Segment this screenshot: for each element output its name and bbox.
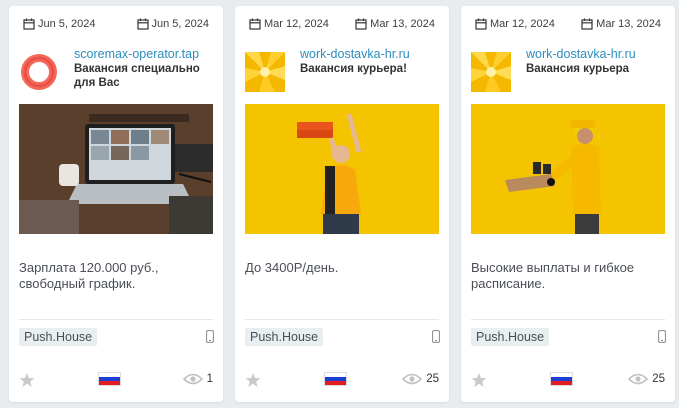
views-count: 25 [628, 373, 665, 385]
ad-description: Зарплата 120.000 руб., свободный график. [19, 260, 159, 291]
divider [245, 319, 439, 320]
eye-icon [628, 373, 649, 385]
date-start: Mar 12, 2024 [249, 18, 329, 30]
calendar-icon [475, 18, 487, 30]
star-icon[interactable] [471, 372, 487, 388]
date-start: Jun 5, 2024 [23, 18, 96, 30]
calendar-icon [249, 18, 261, 30]
date-end: Mar 13, 2024 [355, 18, 435, 30]
date-end-text: Mar 13, 2024 [596, 18, 661, 30]
star-icon[interactable] [245, 372, 261, 388]
ad-card[interactable]: Mar 12, 2024 Mar 13, 2024 work-dostavka-… [461, 6, 675, 402]
views-count: 1 [182, 373, 213, 385]
yellow-burst-logo [245, 52, 285, 92]
ad-image[interactable] [19, 104, 213, 234]
ad-card[interactable]: Mar 12, 2024 Mar 13, 2024 work-dostavka-… [235, 6, 449, 402]
ad-description: До 3400Р/день. [245, 260, 339, 275]
calendar-icon [23, 18, 35, 30]
russia-flag-icon [98, 372, 121, 386]
calendar-icon [136, 18, 149, 30]
divider [19, 319, 213, 320]
yellow-burst-logo [471, 52, 511, 92]
ad-card[interactable]: Jun 5, 2024 Jun 5, 2024 scoremax-operato… [9, 6, 223, 402]
ad-image[interactable] [245, 104, 439, 234]
eye-icon [402, 373, 423, 385]
date-end-text: Jun 5, 2024 [151, 18, 210, 30]
source-link[interactable]: scoremax-operator.tap [74, 47, 217, 61]
red-ring-logo [19, 52, 59, 92]
star-icon[interactable] [19, 372, 35, 388]
russia-flag-icon [550, 372, 573, 386]
ad-title: Вакансия курьера [526, 63, 630, 75]
views-number: 1 [206, 373, 213, 385]
date-end: Jun 5, 2024 [136, 18, 210, 30]
network-tag[interactable]: Push.House [19, 328, 98, 346]
date-end: Mar 13, 2024 [581, 18, 661, 30]
calendar-icon [355, 18, 367, 30]
views-count: 25 [402, 373, 439, 385]
network-tag[interactable]: Push.House [245, 328, 324, 346]
network-tag[interactable]: Push.House [471, 328, 550, 346]
russia-flag-icon [324, 372, 347, 386]
mobile-device-icon [432, 330, 440, 343]
ad-description: Высокие выплаты и гибкое расписание. [471, 260, 635, 291]
date-start-text: Jun 5, 2024 [38, 18, 96, 30]
source-link[interactable]: work-dostavka-hr.ru [300, 47, 443, 61]
date-start-text: Mar 12, 2024 [490, 18, 555, 30]
source-link[interactable]: work-dostavka-hr.ru [526, 47, 669, 61]
date-start: Mar 12, 2024 [475, 18, 555, 30]
views-number: 25 [652, 373, 665, 385]
ad-image[interactable] [471, 104, 665, 234]
ad-title: Вакансия курьера! [300, 63, 407, 75]
eye-icon [182, 373, 203, 385]
mobile-device-icon [206, 330, 214, 343]
calendar-icon [581, 18, 593, 30]
views-number: 25 [426, 373, 439, 385]
mobile-device-icon [658, 330, 666, 343]
ad-title: Вакансия специально для Вас [74, 63, 200, 89]
date-end-text: Mar 13, 2024 [370, 18, 435, 30]
divider [471, 319, 665, 320]
date-start-text: Mar 12, 2024 [264, 18, 329, 30]
